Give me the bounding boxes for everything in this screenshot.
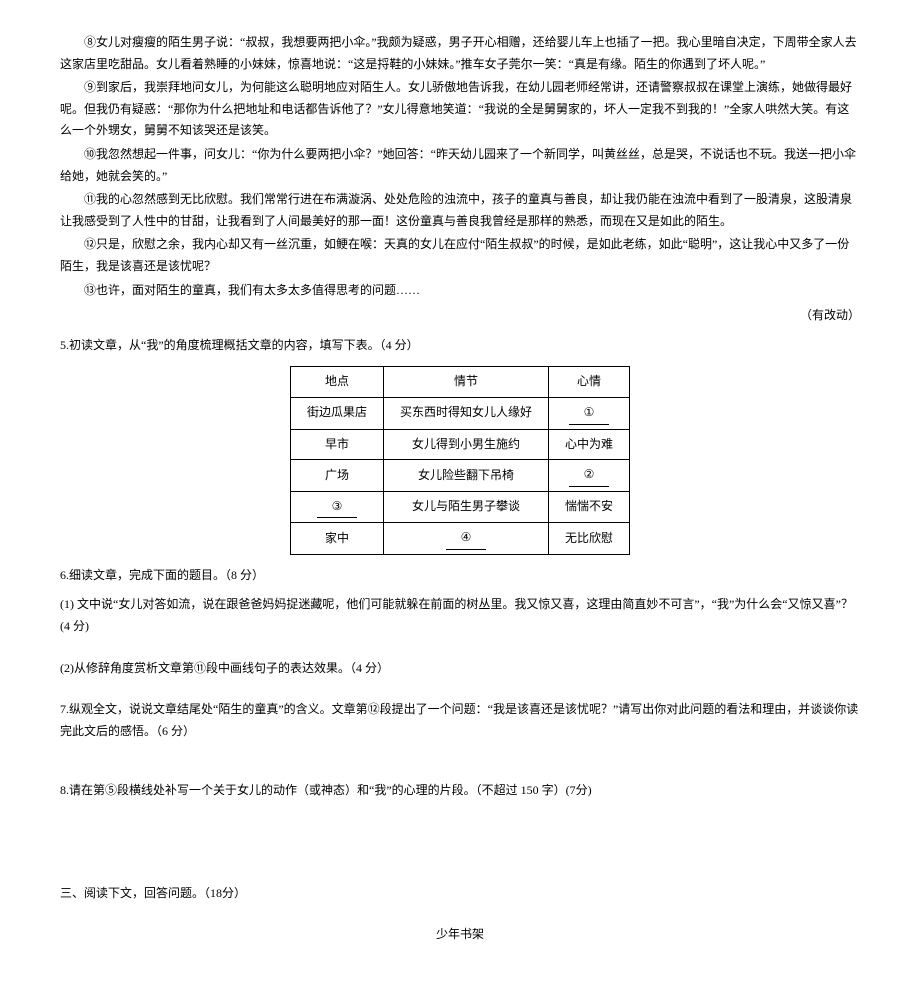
story-paragraph-13: ⑬也许，面对陌生的童真，我们有太多太多值得思考的问题…… — [60, 280, 860, 302]
table-row: 早市 女儿得到小男生施约 心中为难 — [290, 429, 629, 460]
table-cell: 广场 — [290, 460, 383, 492]
table-cell-blank[interactable]: ③ — [290, 491, 383, 523]
table-cell: 无比欣慰 — [549, 523, 630, 555]
table-row: ③ 女儿与陌生男子攀谈 惴惴不安 — [290, 491, 629, 523]
question-8: 8.请在第⑤段横线处补写一个关于女儿的动作（或神态）和“我”的心理的片段。（不超… — [60, 780, 860, 802]
section-3-heading: 三、阅读下文，回答问题。（18分） — [60, 883, 860, 905]
source-note: （有改动） — [60, 305, 860, 327]
table-cell: 街边瓜果店 — [290, 397, 383, 429]
story-paragraph-9: ⑨到家后，我崇拜地问女儿，为何能这么聪明地应对陌生人。女儿骄傲地告诉我，在幼儿园… — [60, 77, 860, 142]
table-header-location: 地点 — [290, 367, 383, 398]
summary-table: 地点 情节 心情 街边瓜果店 买东西时得知女儿人缘好 ① 早市 女儿得到小男生施… — [290, 366, 630, 555]
question-6-2: (2)从修辞角度赏析文章第⑪段中画线句子的表达效果。（4 分） — [60, 658, 860, 680]
table-header-mood: 心情 — [549, 367, 630, 398]
question-5: 5.初读文章，从“我”的角度梳理概括文章的内容，填写下表。（4 分） — [60, 335, 860, 357]
table-cell: 女儿得到小男生施约 — [383, 429, 548, 460]
table-cell-blank[interactable]: ① — [549, 397, 630, 429]
table-row: 家中 ④ 无比欣慰 — [290, 523, 629, 555]
table-row: 广场 女儿险些翻下吊椅 ② — [290, 460, 629, 492]
story-paragraph-8: ⑧女儿对瘦瘦的陌生男子说：“叔叔，我想要两把小伞。”我颇为疑惑，男子开心相赠，还… — [60, 32, 860, 75]
story-paragraph-11: ⑪我的心忽然感到无比欣慰。我们常常行进在布满漩涡、处处危险的浊流中，孩子的童真与… — [60, 189, 860, 232]
table-cell: 女儿与陌生男子攀谈 — [383, 491, 548, 523]
table-cell-blank[interactable]: ② — [549, 460, 630, 492]
story-paragraph-10: ⑩我忽然想起一件事，问女儿：“你为什么要两把小伞？”她回答：“昨天幼儿园来了一个… — [60, 144, 860, 187]
table-cell: 早市 — [290, 429, 383, 460]
reading-title: 少年书架 — [60, 924, 860, 946]
question-7: 7.纵观全文，说说文章结尾处“陌生的童真”的含义。文章第⑫段提出了一个问题：“我… — [60, 699, 860, 742]
story-paragraph-12: ⑫只是，欣慰之余，我内心却又有一丝沉重，如鲠在喉：天真的女儿在应付“陌生叔叔”的… — [60, 234, 860, 277]
table-cell: 心中为难 — [549, 429, 630, 460]
question-6-1: (1) 文中说“女儿对答如流，说在跟爸爸妈妈捉迷藏呢，他们可能就躲在前面的树丛里… — [60, 594, 860, 637]
table-cell: 惴惴不安 — [549, 491, 630, 523]
table-header-row: 地点 情节 心情 — [290, 367, 629, 398]
table-row: 街边瓜果店 买东西时得知女儿人缘好 ① — [290, 397, 629, 429]
table-cell: 家中 — [290, 523, 383, 555]
table-cell: 买东西时得知女儿人缘好 — [383, 397, 548, 429]
table-cell-blank[interactable]: ④ — [383, 523, 548, 555]
question-6: 6.细读文章，完成下面的题目。（8 分） — [60, 565, 860, 587]
table-cell: 女儿险些翻下吊椅 — [383, 460, 548, 492]
table-header-plot: 情节 — [383, 367, 548, 398]
